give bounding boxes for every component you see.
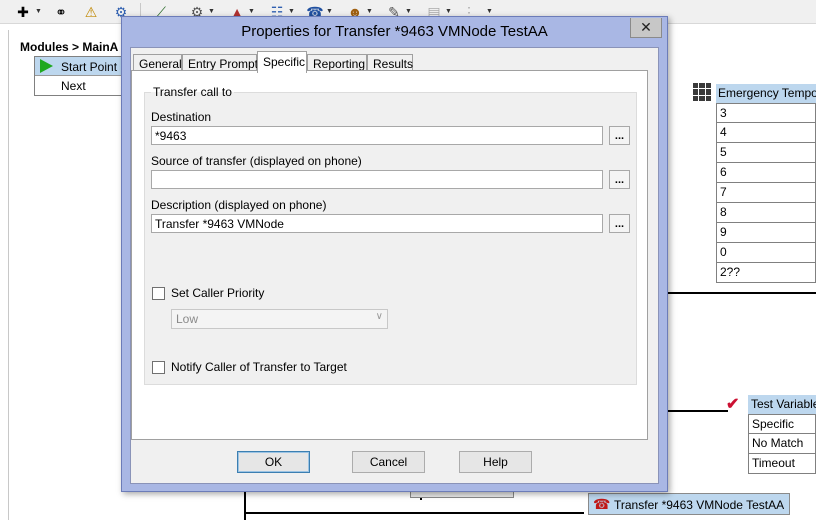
list-item[interactable]: Specific bbox=[748, 414, 816, 434]
start-point-node[interactable]: Start Point Next bbox=[34, 56, 124, 96]
connector-line bbox=[668, 410, 728, 412]
destination-field[interactable]: *9463 bbox=[151, 126, 603, 145]
ok-button[interactable]: OK bbox=[237, 451, 310, 473]
list-item[interactable]: 0 bbox=[716, 243, 816, 263]
description-browse-button[interactable]: ... bbox=[609, 214, 630, 233]
description-label: Description (displayed on phone) bbox=[151, 198, 327, 212]
warning-icon[interactable]: ⚠ bbox=[82, 3, 100, 20]
help-button[interactable]: Help bbox=[459, 451, 532, 473]
emergency-node[interactable]: Emergency Tempora 3 4 5 6 7 8 9 0 2?? bbox=[690, 82, 816, 283]
specific-tab-panel: Transfer call to Destination *9463 ... S… bbox=[131, 70, 648, 440]
properties-dialog: Properties for Transfer *9463 VMNode Tes… bbox=[121, 16, 668, 492]
hat-dropdown-icon[interactable]: ▼ bbox=[248, 8, 255, 15]
add-module-dropdown-icon[interactable]: ▼ bbox=[35, 8, 42, 15]
grid-tool-dropdown-icon[interactable]: ▼ bbox=[486, 8, 493, 15]
test-variable-title: Test Variable bbox=[748, 395, 816, 414]
list-item[interactable]: 5 bbox=[716, 143, 816, 163]
list-item[interactable]: 3 bbox=[716, 103, 816, 123]
connector-line bbox=[668, 292, 816, 294]
group-label: Transfer call to bbox=[151, 85, 234, 99]
transfer-node[interactable]: ☎ Transfer *9463 VMNode TestAA bbox=[588, 493, 790, 515]
checkmark-icon: ✔ bbox=[726, 396, 740, 413]
test-variable-options: Specific No Match Timeout bbox=[748, 414, 816, 474]
list-item[interactable]: No Match bbox=[748, 434, 816, 454]
add-module-icon[interactable]: ✚ bbox=[14, 3, 32, 20]
destination-browse-button[interactable]: ... bbox=[609, 126, 630, 145]
list-item[interactable]: 7 bbox=[716, 183, 816, 203]
start-point-row[interactable]: Start Point bbox=[35, 57, 123, 76]
pen-dropdown-icon[interactable]: ▼ bbox=[405, 8, 412, 15]
chevron-down-icon: ∨ bbox=[375, 311, 383, 322]
connector-line bbox=[244, 512, 584, 514]
set-caller-priority-label[interactable]: Set Caller Priority bbox=[171, 286, 264, 300]
source-label: Source of transfer (displayed on phone) bbox=[151, 154, 362, 168]
breadcrumb: Modules > MainA bbox=[20, 40, 119, 54]
database-dropdown-icon[interactable]: ▼ bbox=[445, 8, 452, 15]
start-point-label: Start Point bbox=[61, 60, 118, 74]
list-item[interactable]: 6 bbox=[716, 163, 816, 183]
set-caller-priority-checkbox[interactable] bbox=[152, 287, 165, 300]
destination-label: Destination bbox=[151, 110, 212, 124]
priority-select: Low ∨ bbox=[171, 309, 388, 329]
notify-caller-checkbox[interactable] bbox=[152, 361, 165, 374]
connector-line bbox=[244, 492, 246, 520]
list-item[interactable]: 4 bbox=[716, 123, 816, 143]
phone-dropdown-icon[interactable]: ▼ bbox=[326, 8, 333, 15]
transfer-phone-icon: ☎ bbox=[593, 496, 611, 512]
cancel-button[interactable]: Cancel bbox=[352, 451, 425, 473]
next-label: Next bbox=[61, 79, 86, 93]
emergency-node-options: 3 4 5 6 7 8 9 0 2?? bbox=[716, 103, 816, 283]
tree-dropdown-icon[interactable]: ▼ bbox=[288, 8, 295, 15]
transfer-node-label: Transfer *9463 VMNode TestAA bbox=[614, 498, 785, 512]
list-item[interactable]: 8 bbox=[716, 203, 816, 223]
list-item[interactable]: 9 bbox=[716, 223, 816, 243]
emergency-node-title: Emergency Tempora bbox=[716, 84, 816, 103]
link-icon[interactable]: ⚭ bbox=[52, 3, 70, 20]
list-item[interactable]: Timeout bbox=[748, 454, 816, 474]
test-variable-node[interactable]: ✔ Test Variable Specific No Match Timeou… bbox=[724, 394, 816, 474]
list-item[interactable]: 2?? bbox=[716, 263, 816, 283]
close-button[interactable]: ✕ bbox=[630, 18, 662, 38]
priority-value: Low bbox=[176, 312, 199, 326]
dialog-body: General Entry Prompts Specific Reporting… bbox=[130, 47, 659, 484]
settings-dropdown-icon[interactable]: ▼ bbox=[208, 8, 215, 15]
source-field[interactable] bbox=[151, 170, 603, 189]
description-field[interactable]: Transfer *9463 VMNode bbox=[151, 214, 603, 233]
transfer-call-to-group: Transfer call to Destination *9463 ... S… bbox=[144, 85, 637, 385]
notify-caller-label[interactable]: Notify Caller of Transfer to Target bbox=[171, 360, 347, 374]
close-icon: ✕ bbox=[640, 19, 652, 35]
tab-specific[interactable]: Specific bbox=[257, 51, 307, 73]
play-icon bbox=[40, 59, 53, 73]
dialog-title[interactable]: Properties for Transfer *9463 VMNode Tes… bbox=[122, 17, 667, 47]
next-row[interactable]: Next bbox=[35, 77, 123, 96]
source-browse-button[interactable]: ... bbox=[609, 170, 630, 189]
people-dropdown-icon[interactable]: ▼ bbox=[366, 8, 373, 15]
menu-grid-icon bbox=[693, 83, 711, 101]
canvas-border bbox=[8, 30, 9, 520]
